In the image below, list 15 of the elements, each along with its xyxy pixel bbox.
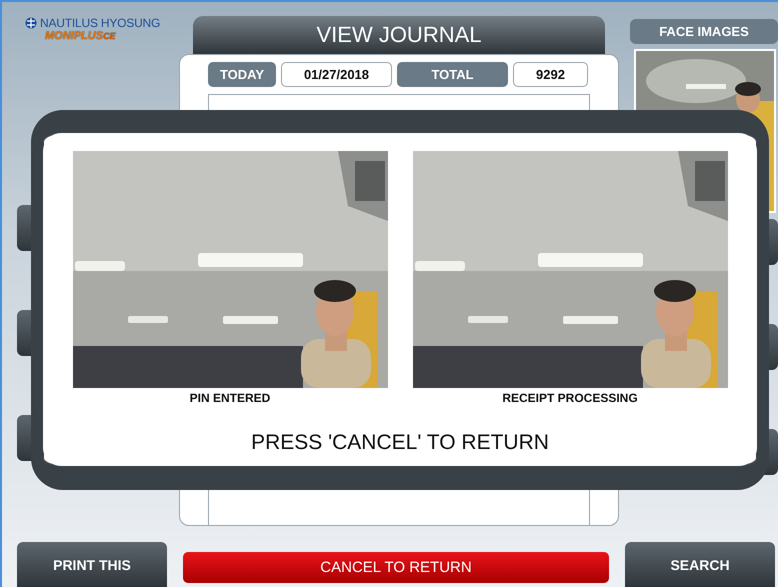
photo-caption: RECEIPT PROCESSING (502, 391, 638, 405)
total-label: TOTAL (397, 62, 508, 87)
action-button[interactable]: PRINT THIS (17, 542, 167, 587)
company-name: NAUTILUS HYOSUNG (40, 16, 160, 30)
total-value: 9292 (513, 62, 588, 87)
action-button[interactable]: SEARCH (625, 542, 775, 587)
date-value: 01/27/2018 (281, 62, 392, 87)
photo-caption: PIN ENTERED (190, 391, 270, 405)
globe-icon (25, 17, 37, 29)
face-images-label: FACE IMAGES (630, 19, 778, 44)
product-logo: MONIPLUSCE (45, 30, 116, 42)
today-label: TODAY (208, 62, 276, 87)
page-title: VIEW JOURNAL (193, 16, 605, 54)
cancel-button[interactable]: CANCEL TO RETURN (183, 552, 609, 583)
dialog-message: PRESS 'CANCEL' TO RETURN (251, 431, 549, 455)
